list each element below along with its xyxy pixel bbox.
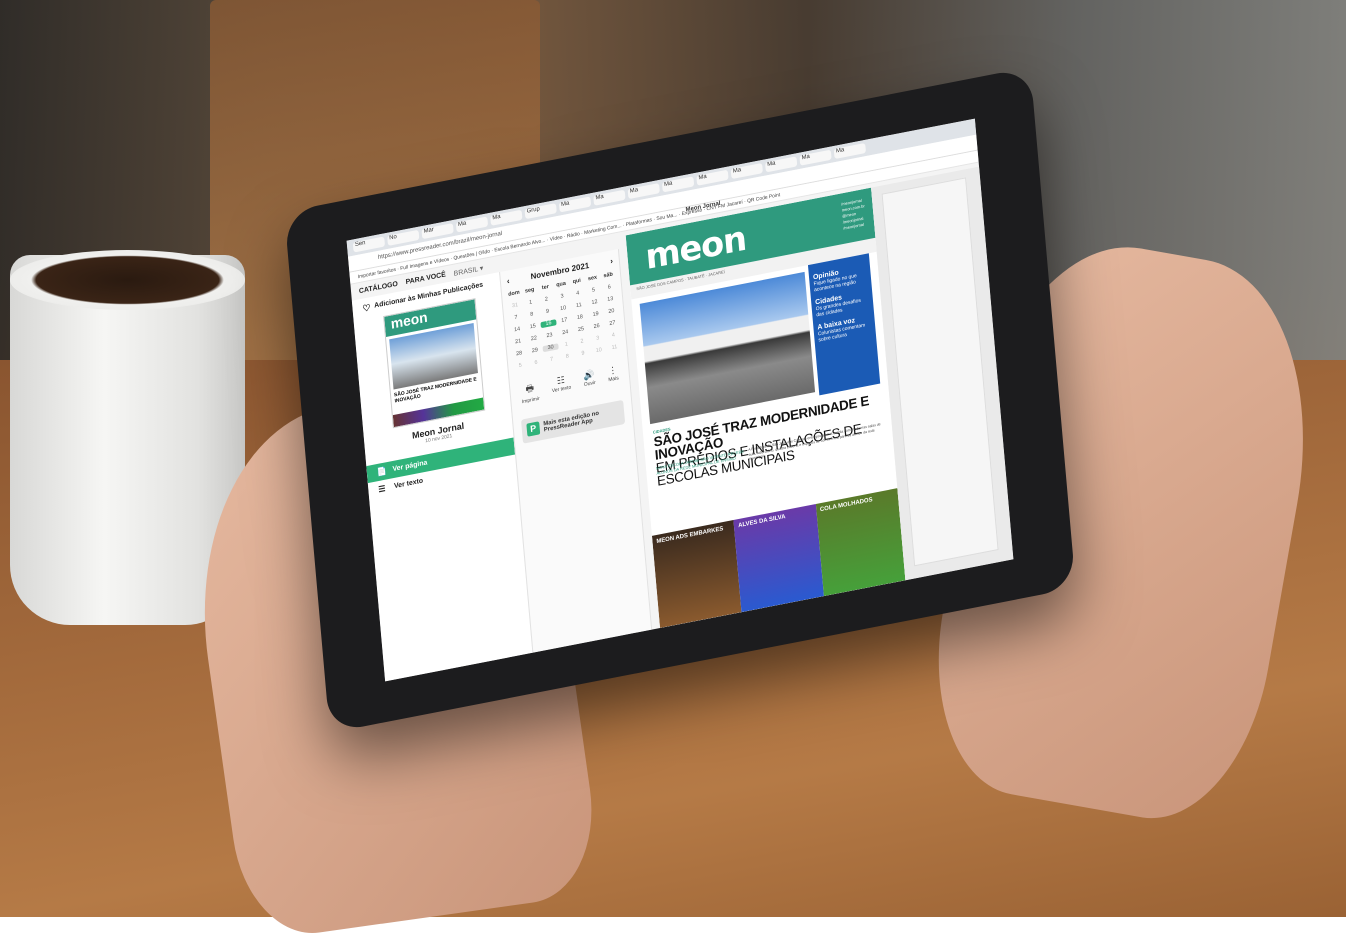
calendar-day[interactable]: 8 <box>524 310 540 319</box>
more-label: Mais <box>608 375 619 384</box>
weekday-label: sex <box>587 274 598 283</box>
calendar-day[interactable]: 27 <box>604 319 620 328</box>
publication-thumbnail[interactable]: meon SÃO JOSÉ TRAZ MODERNIDADE E INOVAÇÃ… <box>383 298 486 429</box>
calendar-day[interactable]: 7 <box>544 355 560 364</box>
more-button[interactable]: ⋮ Mais <box>607 364 619 388</box>
calendar-day[interactable]: 13 <box>602 295 618 304</box>
calendar-day[interactable]: 17 <box>556 316 572 325</box>
calendar-day[interactable]: 6 <box>528 358 544 367</box>
calendar-day[interactable]: 21 <box>510 337 526 346</box>
weekday-label: sáb <box>603 271 614 280</box>
page-icon: 📄 <box>376 466 388 478</box>
calendar-day[interactable]: 12 <box>586 298 602 307</box>
calendar-day[interactable]: 7 <box>508 313 524 322</box>
calendar-day[interactable]: 23 <box>541 331 557 340</box>
calendar-day[interactable]: 4 <box>605 331 621 340</box>
calendar-day[interactable]: 26 <box>589 322 605 331</box>
weekday-label: qui <box>572 277 582 286</box>
prev-month-button[interactable]: ‹ <box>506 276 509 286</box>
calendar-day[interactable]: 3 <box>554 292 570 301</box>
calendar-day[interactable]: 11 <box>571 301 587 310</box>
weekday-label: qua <box>556 280 567 289</box>
weekday-label: dom <box>507 289 520 298</box>
calendar-day[interactable]: 6 <box>601 283 617 292</box>
view-page-label: Ver página <box>392 459 428 474</box>
weekday-label: seg <box>524 286 535 295</box>
calendar-day[interactable]: 10 <box>555 304 571 313</box>
calendar-day[interactable]: 24 <box>557 328 573 337</box>
promo-card: ALVES DA SILVA <box>733 504 824 613</box>
promo-card: COLA MOLHADOS <box>815 488 906 597</box>
calendar-day[interactable]: 9 <box>539 307 555 316</box>
promo-card: MEON ADS EMBARKES <box>651 519 742 629</box>
pressreader-icon: P <box>526 421 541 437</box>
school-photo <box>639 271 816 425</box>
nav-region-dropdown[interactable]: BRASIL ▾ <box>453 264 483 278</box>
print-button[interactable]: 🖶 Imprimir <box>520 380 540 406</box>
calendar-day[interactable]: 31 <box>507 301 523 310</box>
tablet-screen: Sen No Mar Ma Ma Grup Ma Ma Ma Ma Ma Ma … <box>346 118 1014 682</box>
newspaper-page[interactable]: meon /meonjornal meon.com.br @meon /meon… <box>625 187 906 629</box>
calendar-day[interactable]: 5 <box>585 286 601 295</box>
calendar-day[interactable]: 11 <box>606 343 622 352</box>
calendar-day[interactable]: 28 <box>511 349 527 358</box>
calendar-day[interactable]: 8 <box>559 352 575 361</box>
calendar-day[interactable]: 1 <box>558 340 574 349</box>
coffee-mug-rim <box>10 250 245 310</box>
calendar-day[interactable]: 9 <box>575 349 591 358</box>
listen-label: Ouvir <box>583 379 596 389</box>
calendar-day[interactable]: 1 <box>523 298 539 307</box>
masthead-links: /meonjornal meon.com.br @meon /meonjorna… <box>841 197 867 232</box>
calendar-day[interactable]: 20 <box>603 307 619 316</box>
listen-button[interactable]: 🔊 Ouvir <box>583 369 597 393</box>
newspaper-sidebar: Opinião Fique ligado no que acontece na … <box>807 253 881 396</box>
weekday-label: ter <box>541 283 550 292</box>
calendar-day[interactable]: 10 <box>591 346 607 355</box>
calendar-day[interactable]: 14 <box>509 325 525 334</box>
calendar-day[interactable]: 30 <box>542 343 559 353</box>
text-icon: ☰ <box>377 483 386 495</box>
calendar-day[interactable]: 4 <box>570 289 586 298</box>
heart-icon: ♡ <box>362 302 371 314</box>
calendar-day[interactable]: 22 <box>526 334 542 343</box>
calendar-day[interactable]: 2 <box>538 295 554 304</box>
calendar-day[interactable]: 19 <box>588 310 604 319</box>
faded-page <box>881 177 999 567</box>
calendar-day[interactable]: 15 <box>525 322 541 331</box>
calendar-day[interactable]: 2 <box>574 337 590 346</box>
calendar-day[interactable]: 18 <box>572 313 588 322</box>
calendar-day[interactable]: 25 <box>573 325 589 334</box>
calendar-day[interactable]: 3 <box>590 334 606 343</box>
promo-row: MEON ADS EMBARKES ALVES DA SILVA COLA MO… <box>651 488 906 629</box>
app-promo-label: Mais esta edição no PressReader App <box>543 410 600 434</box>
calendar-day[interactable]: 5 <box>512 361 528 370</box>
calendar-day[interactable]: 16 <box>540 319 557 329</box>
text-view-button[interactable]: ☷ Ver texto <box>551 373 572 399</box>
calendar-day[interactable]: 29 <box>527 346 543 355</box>
next-month-button[interactable]: › <box>610 256 613 266</box>
view-text-label: Ver texto <box>393 477 424 491</box>
